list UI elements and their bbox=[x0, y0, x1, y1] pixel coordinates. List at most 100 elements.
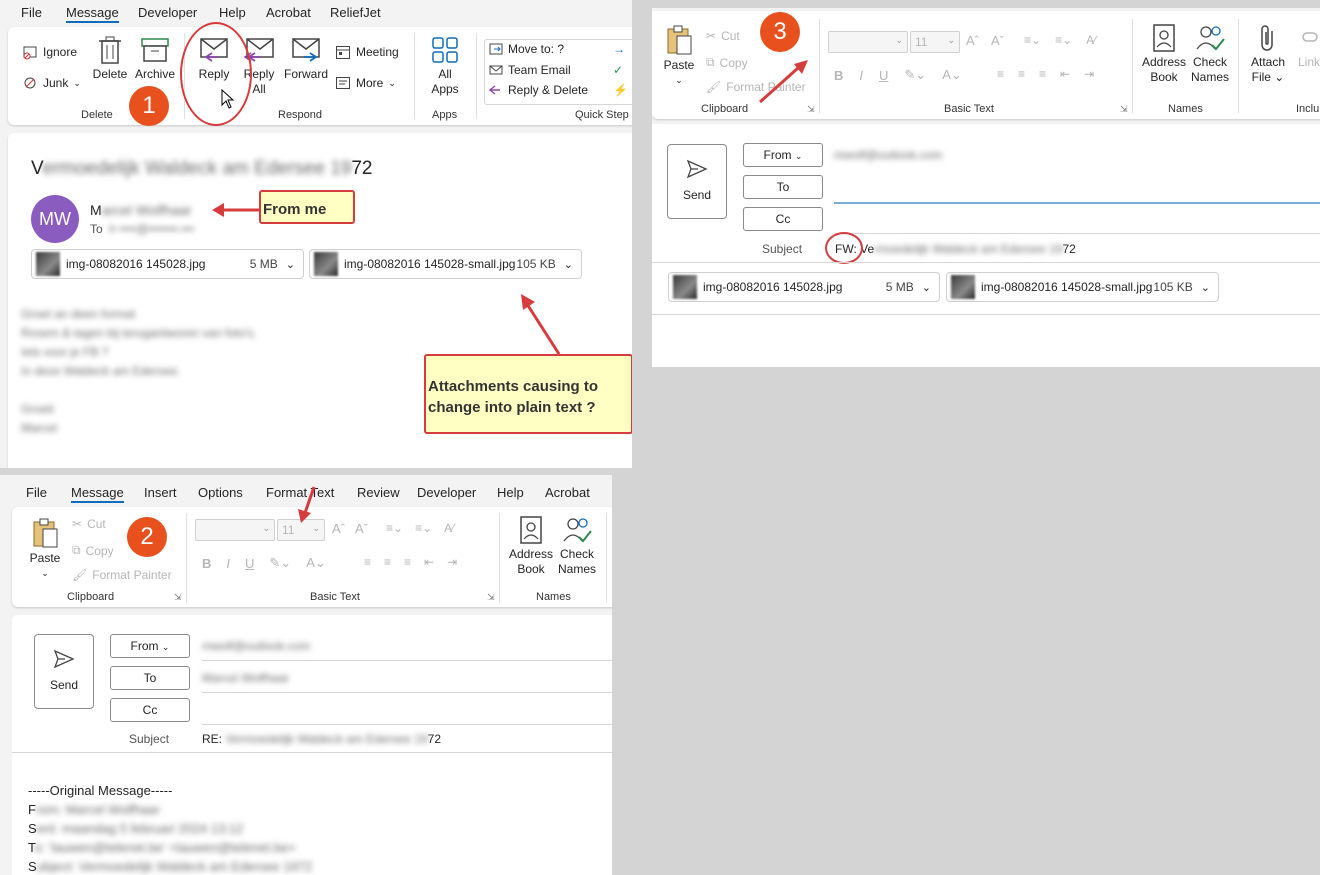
shrink-font-icon[interactable]: Aˇ bbox=[355, 521, 368, 536]
attach-file-button[interactable]: Attach File ⌄ bbox=[1246, 23, 1290, 85]
from-button[interactable]: From ⌄ bbox=[110, 634, 190, 658]
chevron-down-icon[interactable]: ⌄ bbox=[564, 258, 573, 271]
align-buttons[interactable]: ≡ ≡ ≡ ⇤ ⇥ bbox=[364, 555, 457, 569]
italic-icon[interactable]: I bbox=[226, 556, 230, 571]
menu-message[interactable]: Message bbox=[66, 5, 119, 23]
clear-format-icon[interactable]: A∕ bbox=[444, 521, 454, 535]
numbering-icon[interactable]: ≡⌄ bbox=[1055, 33, 1072, 47]
bullets-icon[interactable]: ≡⌄ bbox=[386, 521, 403, 535]
junk-button[interactable]: Junk ⌄ bbox=[22, 75, 81, 91]
address-book-button[interactable]: Address Book bbox=[507, 515, 555, 577]
menu-help[interactable]: Help bbox=[497, 485, 524, 500]
archive-button[interactable]: Archive bbox=[133, 35, 177, 82]
ignore-button[interactable]: Ignore bbox=[22, 44, 77, 60]
menu-file[interactable]: File bbox=[21, 5, 42, 20]
align-left-icon[interactable]: ≡ bbox=[997, 67, 1004, 81]
indent-icon[interactable]: ⇥ bbox=[447, 555, 457, 569]
quickstep-team-email[interactable]: Team Email bbox=[489, 63, 571, 77]
format-painter-button[interactable]: 🖌 Format Painter bbox=[72, 568, 172, 582]
dialog-launcher-icon[interactable]: ⇲ bbox=[487, 592, 495, 603]
menu-message[interactable]: Message bbox=[71, 485, 124, 503]
delete-button[interactable]: Delete bbox=[90, 35, 130, 82]
font-grow-shrink[interactable]: Aˆ Aˇ bbox=[332, 521, 368, 536]
subject-input[interactable]: FW: Vermoedelijk Waldeck am Edersee 1972 bbox=[835, 242, 1076, 256]
bold-icon[interactable]: B bbox=[834, 68, 843, 83]
attachment-item[interactable]: img-08082016 145028.jpg 5 MB ⌄ bbox=[31, 249, 304, 279]
align-left-icon[interactable]: ≡ bbox=[364, 555, 371, 569]
quickstep-move-to[interactable]: Move to: ? bbox=[489, 42, 564, 56]
more-button[interactable]: More ⌄ bbox=[335, 75, 396, 91]
menu-help[interactable]: Help bbox=[219, 5, 246, 20]
font-grow-shrink[interactable]: Aˆ Aˇ bbox=[966, 33, 1004, 48]
menu-file[interactable]: File bbox=[26, 485, 47, 500]
cc-button[interactable]: Cc bbox=[743, 207, 823, 231]
quickstep-reply-delete[interactable]: Reply & Delete bbox=[489, 83, 588, 97]
format-buttons[interactable]: B I U ✎⌄ A⌄ bbox=[834, 67, 962, 83]
copy-button[interactable]: ⧉ Copy bbox=[706, 55, 748, 70]
bullets-icon[interactable]: ≡⌄ bbox=[1024, 33, 1041, 47]
copy-button[interactable]: ⧉ Copy bbox=[72, 543, 114, 558]
avatar[interactable]: MW bbox=[31, 195, 79, 243]
menu-developer[interactable]: Developer bbox=[417, 485, 476, 500]
grow-font-icon[interactable]: Aˆ bbox=[966, 33, 979, 48]
dialog-launcher-icon[interactable]: ⇲ bbox=[174, 592, 182, 603]
quickstep-partial-2[interactable]: ✓ bbox=[613, 63, 623, 77]
font-name-select[interactable]: ⌄ bbox=[195, 519, 275, 541]
align-center-icon[interactable]: ≡ bbox=[384, 555, 391, 569]
menu-options[interactable]: Options bbox=[198, 485, 243, 500]
menu-insert[interactable]: Insert bbox=[144, 485, 177, 500]
menu-review[interactable]: Review bbox=[357, 485, 400, 500]
font-name-select[interactable]: ⌄ bbox=[828, 31, 908, 53]
link-button[interactable]: Link bbox=[1298, 23, 1320, 70]
underline-icon[interactable]: U bbox=[879, 68, 888, 83]
paste-button[interactable]: Paste ⌄ bbox=[26, 517, 64, 581]
chevron-down-icon[interactable]: ⌄ bbox=[922, 281, 931, 294]
font-color-icon[interactable]: A⌄ bbox=[306, 555, 326, 571]
shrink-font-icon[interactable]: Aˇ bbox=[991, 33, 1004, 48]
to-input[interactable]: Marcel Wolfhaar bbox=[202, 671, 289, 685]
grow-font-icon[interactable]: Aˆ bbox=[332, 521, 345, 536]
chevron-down-icon[interactable]: ⌄ bbox=[1201, 281, 1210, 294]
sender-name[interactable]: Marcel Wolfhaar bbox=[90, 202, 192, 218]
cut-button[interactable]: ✂ Cut bbox=[72, 517, 106, 531]
address-book-button[interactable]: Address Book bbox=[1140, 23, 1188, 85]
format-buttons[interactable]: B I U ✎⌄ A⌄ bbox=[202, 555, 326, 571]
dialog-launcher-icon[interactable]: ⇲ bbox=[1120, 104, 1128, 115]
send-button[interactable]: Send bbox=[667, 144, 727, 219]
attachment-item[interactable]: img-08082016 145028-small.jpg 105 KB ⌄ bbox=[309, 249, 582, 279]
outdent-icon[interactable]: ⇤ bbox=[1060, 67, 1070, 81]
clear-format-icon[interactable]: A∕ bbox=[1086, 33, 1096, 47]
underline-icon[interactable]: U bbox=[245, 556, 254, 571]
paste-button[interactable]: Paste ⌄ bbox=[660, 24, 698, 88]
send-button[interactable]: Send bbox=[34, 634, 94, 709]
subject-input[interactable]: RE: Vermoedelijk Waldeck am Edersee 1972 bbox=[202, 732, 441, 746]
menu-acrobat[interactable]: Acrobat bbox=[266, 5, 311, 20]
forward-button[interactable]: Forward bbox=[282, 35, 330, 82]
menu-acrobat[interactable]: Acrobat bbox=[545, 485, 590, 500]
align-buttons[interactable]: ≡ ≡ ≡ ⇤ ⇥ bbox=[997, 67, 1094, 81]
outdent-icon[interactable]: ⇤ bbox=[424, 555, 434, 569]
attachment-item[interactable]: img-08082016 145028-small.jpg 105 KB ⌄ bbox=[946, 272, 1219, 302]
highlight-icon[interactable]: ✎⌄ bbox=[904, 67, 926, 83]
message-body[interactable]: -----Original Message----- From: Marcel … bbox=[28, 781, 312, 875]
font-color-icon[interactable]: A⌄ bbox=[942, 67, 962, 83]
to-button[interactable]: To bbox=[110, 666, 190, 690]
menu-reliefjet[interactable]: ReliefJet bbox=[330, 5, 381, 20]
meeting-button[interactable]: Meeting bbox=[335, 44, 399, 60]
align-right-icon[interactable]: ≡ bbox=[1039, 67, 1046, 81]
align-center-icon[interactable]: ≡ bbox=[1018, 67, 1025, 81]
all-apps-button[interactable]: All Apps bbox=[425, 35, 465, 97]
chevron-down-icon[interactable]: ⌄ bbox=[286, 258, 295, 271]
attachment-item[interactable]: img-08082016 145028.jpg 5 MB ⌄ bbox=[668, 272, 940, 302]
from-button[interactable]: From ⌄ bbox=[743, 143, 823, 167]
font-size-select[interactable]: 11 ⌄ bbox=[910, 31, 960, 53]
indent-icon[interactable]: ⇥ bbox=[1084, 67, 1094, 81]
check-names-button[interactable]: Check Names bbox=[555, 515, 599, 577]
quickstep-partial-1[interactable]: → bbox=[613, 42, 625, 56]
list-buttons[interactable]: ≡⌄ ≡⌄ A∕ bbox=[1024, 33, 1096, 47]
check-names-button[interactable]: Check Names bbox=[1188, 23, 1232, 85]
italic-icon[interactable]: I bbox=[859, 68, 863, 83]
list-buttons[interactable]: ≡⌄ ≡⌄ A∕ bbox=[386, 521, 454, 535]
cc-button[interactable]: Cc bbox=[110, 698, 190, 722]
to-input[interactable] bbox=[834, 202, 1320, 204]
